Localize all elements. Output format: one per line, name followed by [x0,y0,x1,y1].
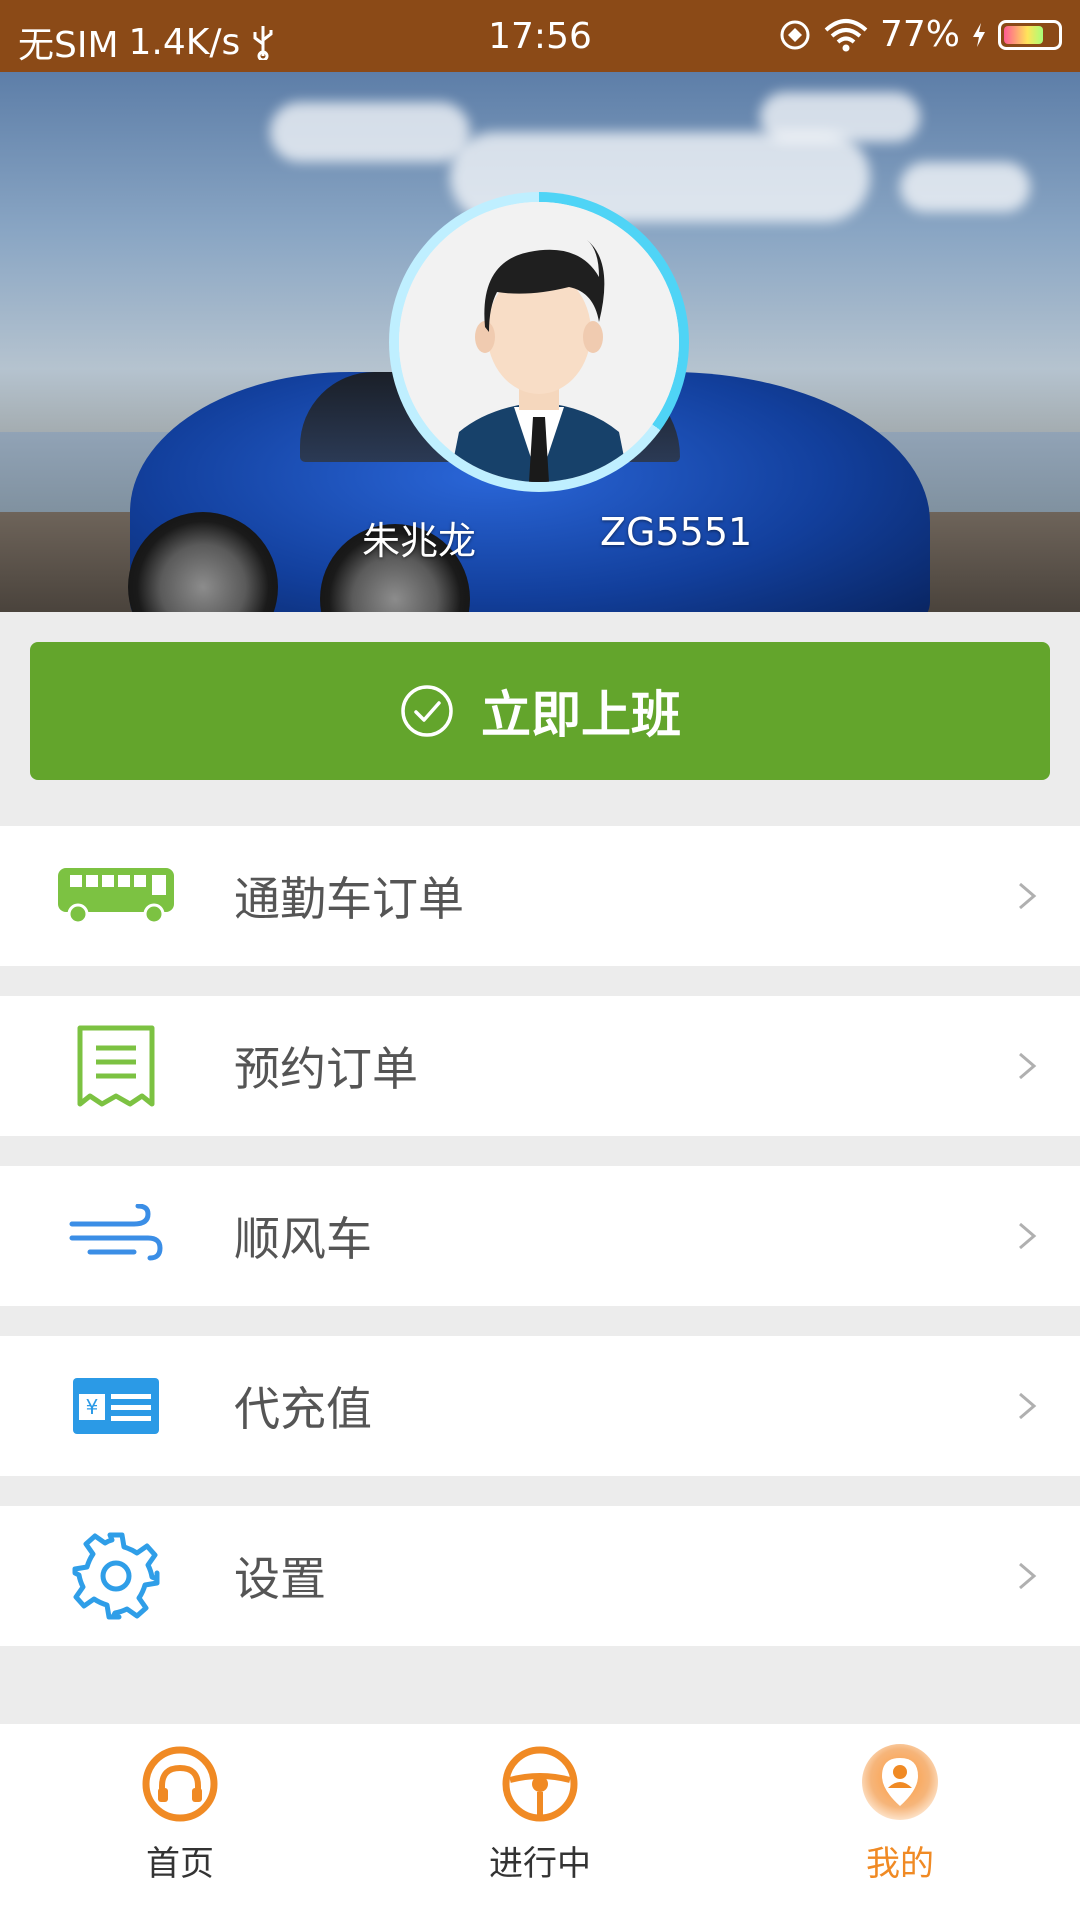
wind-icon [56,1186,176,1286]
menu-item-commute-orders[interactable]: 通勤车订单 [0,826,1080,966]
menu-item-label: 顺风车 [234,1212,372,1266]
nav-item-mine[interactable]: 我的 [780,1744,1020,1914]
nav-label-in-progress: 进行中 [489,1844,591,1884]
wifi-icon [824,18,868,51]
battery-icon [998,19,1062,50]
receipt-icon [56,1016,176,1116]
avatar[interactable] [389,192,689,492]
menu-item-label: 通勤车订单 [234,872,464,926]
menu-item-recharge[interactable]: ¥ 代充值 [0,1336,1080,1476]
nav-label-home: 首页 [146,1844,214,1884]
chevron-right-icon [1019,882,1037,910]
avatar-image [399,202,679,482]
cloud [270,102,470,162]
cloud [760,92,920,142]
plate-number: ZG5551 [600,510,753,554]
gear-icon [56,1526,176,1626]
menu-item-label: 代充值 [234,1382,372,1436]
bus-icon [56,846,176,946]
charging-icon [973,22,985,47]
chevron-right-icon [1019,1222,1037,1250]
headphones-icon [142,1746,218,1822]
nav-item-in-progress[interactable]: 进行中 [420,1744,660,1914]
battery-percent: 77% [879,14,960,55]
bottom-nav: 首页 进行中 我的 [0,1724,1080,1920]
chevron-right-icon [1019,1562,1037,1590]
start-shift-label: 立即上班 [481,686,681,744]
rotation-lock-icon [780,20,810,49]
chevron-right-icon [1019,1392,1037,1420]
user-pin-icon [862,1744,938,1820]
nav-label-mine: 我的 [866,1844,934,1884]
cloud [900,162,1030,212]
battery-fill [1004,25,1043,44]
driver-name: 朱兆龙 [362,519,477,563]
recharge-card-icon: ¥ [56,1356,176,1456]
steering-wheel-icon [502,1746,578,1822]
chevron-right-icon [1019,1052,1037,1080]
menu-item-hitch-ride[interactable]: 顺风车 [0,1166,1080,1306]
nav-item-home[interactable]: 首页 [60,1744,300,1914]
status-bar: 无SIM 1.4K/s 17:56 77% [0,0,1080,72]
start-shift-button[interactable]: 立即上班 [30,642,1050,780]
user-avatar-icon [399,202,679,482]
status-right: 77% [778,14,1062,55]
menu-item-settings[interactable]: 设置 [0,1506,1080,1646]
profile-info: 朱兆龙 ZG5551 [0,510,1080,563]
check-circle-icon [401,685,453,737]
menu-item-label: 设置 [234,1552,326,1606]
menu-item-label: 预约订单 [234,1042,418,1096]
svg-text:¥: ¥ [86,1395,99,1419]
menu-item-reservation-orders[interactable]: 预约订单 [0,996,1080,1136]
